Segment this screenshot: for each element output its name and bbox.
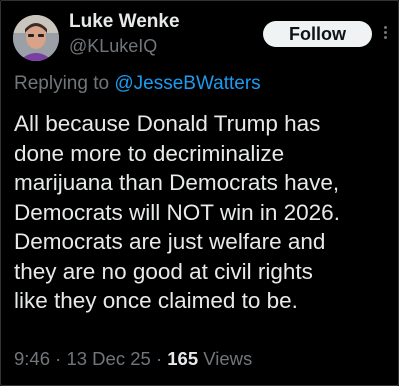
tweet-text: All because Donald Trump has done more t… [14, 109, 394, 316]
replying-to: Replying to @JesseBWatters [14, 73, 261, 95]
avatar-image [13, 15, 59, 61]
tweet-line: Democrats are just welfare and [14, 229, 326, 254]
tweet-card: Luke Wenke @KLukeIQ Follow Replying to @… [0, 0, 399, 386]
more-dot [383, 26, 387, 29]
meta-separator: · [155, 348, 163, 369]
more-vertical-icon[interactable] [382, 26, 388, 44]
views-count: 165 [167, 348, 199, 369]
more-dot [383, 31, 387, 34]
tweet-line: marijuana than Democrats have, [14, 170, 340, 195]
author-handle[interactable]: @KLukeIQ [69, 36, 157, 57]
replying-prefix: Replying to [14, 73, 110, 94]
tweet-date[interactable]: 13 Dec 25 [66, 348, 150, 369]
avatar[interactable] [13, 15, 59, 61]
tweet-line: they are no good at civil rights [14, 258, 313, 284]
author-name[interactable]: Luke Wenke [69, 11, 180, 33]
tweet-line: done more to decriminalize [14, 140, 285, 166]
views-label: Views [203, 348, 253, 369]
more-dot [383, 36, 387, 39]
tweet-meta: 9:46 · 13 Dec 25 · 165 Views [14, 348, 252, 370]
follow-button[interactable]: Follow [263, 21, 372, 47]
reply-mention-link[interactable]: @JesseBWatters [114, 73, 260, 94]
tweet-line: Democrats will NOT win in 2026. [14, 199, 340, 225]
tweet-line: like they once claimed to be. [14, 288, 298, 313]
tweet-time[interactable]: 9:46 [14, 348, 50, 369]
meta-separator: · [55, 348, 62, 369]
tweet-line: All because Donald Trump has [14, 111, 321, 136]
